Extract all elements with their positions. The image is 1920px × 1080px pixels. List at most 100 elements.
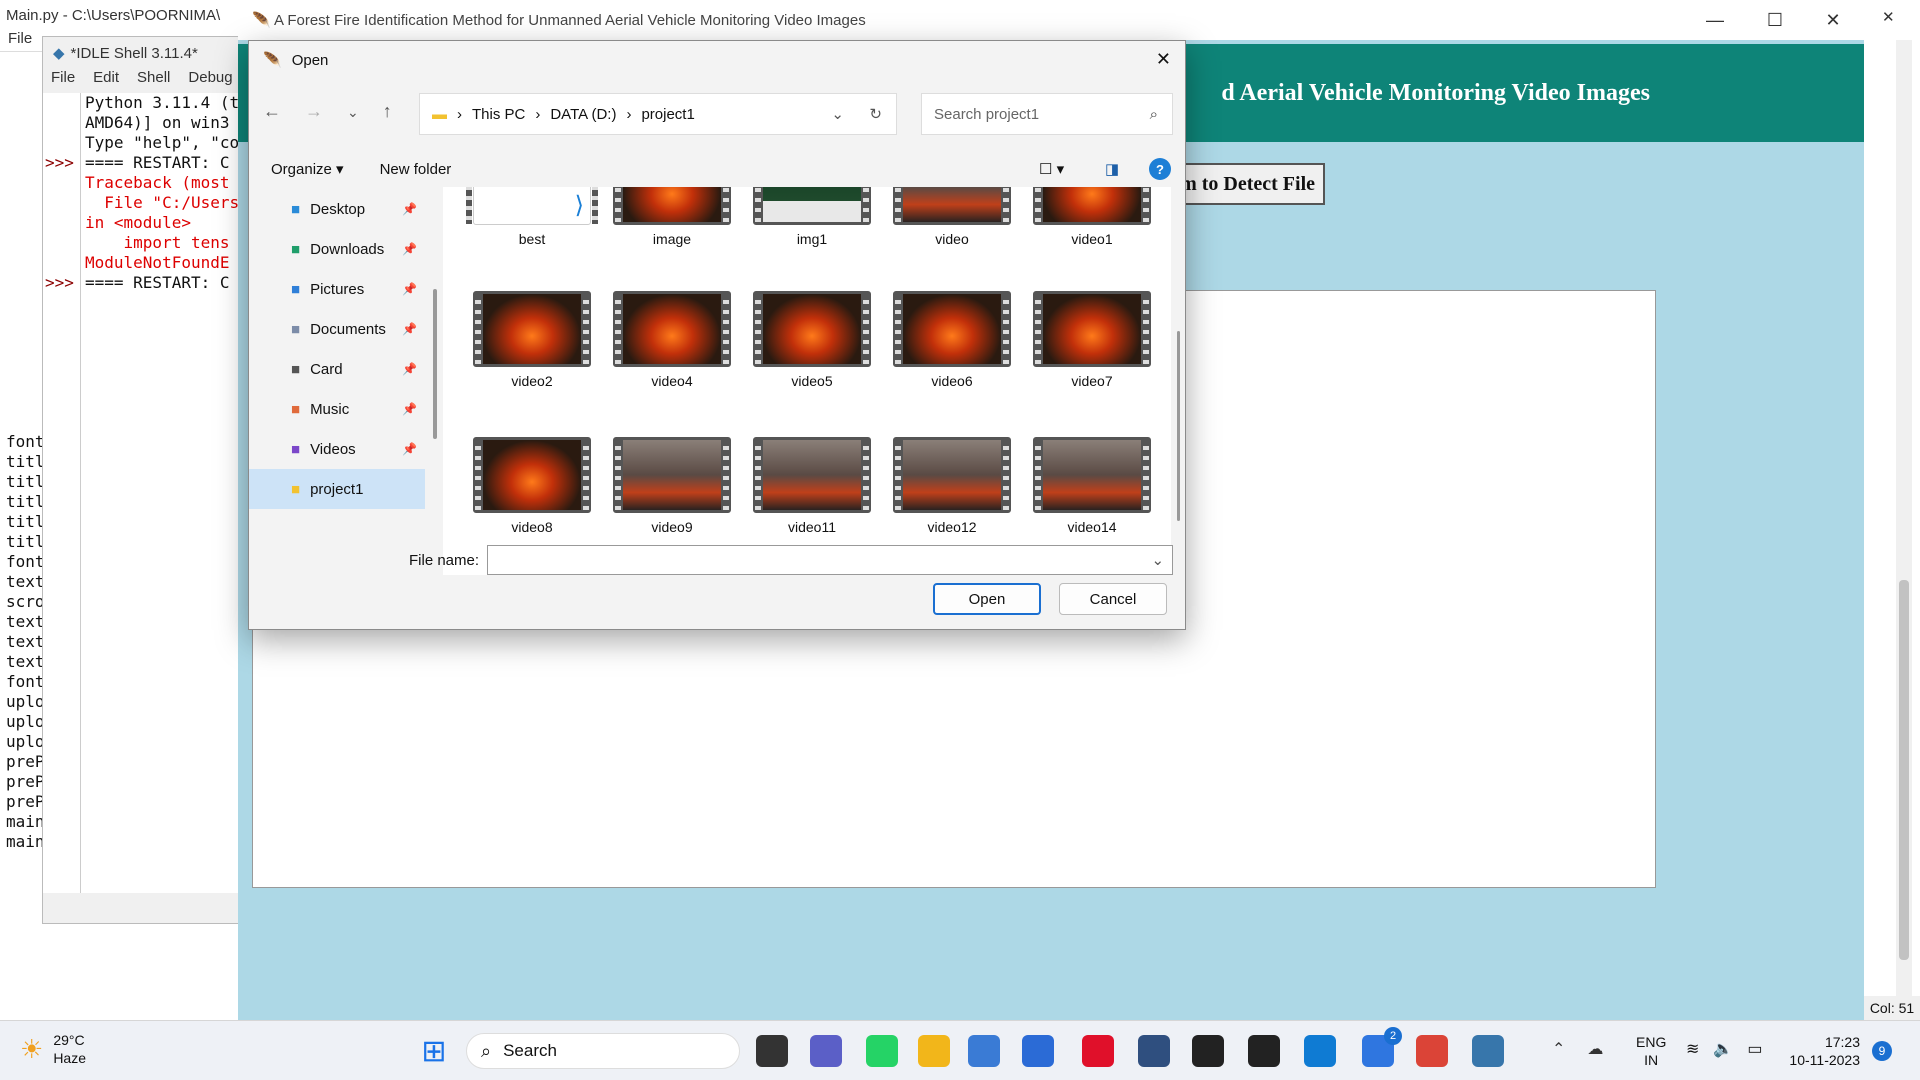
nav-item-downloads[interactable]: ■ Downloads 📌 [249, 229, 425, 269]
teams-icon[interactable] [810, 1035, 842, 1067]
nav-item-card[interactable]: ■ Card 📌 [249, 349, 425, 389]
file-item[interactable]: video6 [893, 291, 1011, 389]
file-list: ⟩ best image img1 video video1 video2 video4 vid… [443, 187, 1171, 575]
file-item[interactable]: video8 [473, 437, 591, 535]
dialog-close-button[interactable]: ✕ [1156, 49, 1171, 70]
file-name: video8 [511, 519, 553, 535]
preview-pane-icon[interactable]: ◨ [1105, 160, 1119, 178]
shell-menu-debug[interactable]: Debug [188, 69, 232, 89]
shell-titlebar: ◆ *IDLE Shell 3.11.4* [43, 37, 239, 69]
detect-file-button[interactable]: om to Detect File [1168, 163, 1325, 205]
devc-icon[interactable] [1138, 1035, 1170, 1067]
view-options-icon[interactable]: ☐ ▾ [1039, 160, 1064, 178]
video-thumbnail [473, 437, 591, 513]
open-button[interactable]: Open [933, 583, 1041, 615]
file-item[interactable]: video11 [753, 437, 871, 535]
editor-title: Main.py - C:\Users\POORNIMA\ [6, 6, 221, 24]
file-item[interactable]: video9 [613, 437, 731, 535]
pin-icon: 📌 [402, 322, 417, 336]
nav-item-label: Videos [310, 440, 356, 458]
whatsapp-icon[interactable] [866, 1035, 898, 1067]
scrollbar-thumb[interactable] [1899, 580, 1909, 960]
organize-menu[interactable]: Organize ▾ [271, 160, 344, 178]
file-name: video6 [931, 373, 973, 389]
file-item[interactable]: video7 [1033, 291, 1151, 389]
refresh-icon[interactable]: ↻ [869, 105, 882, 123]
shell-menu-file[interactable]: File [51, 69, 75, 89]
taskbar-search[interactable]: ⌕ Search [466, 1033, 740, 1069]
python-icon[interactable] [1472, 1035, 1504, 1067]
close-button[interactable]: ✕ [1804, 0, 1862, 40]
nav-item-desktop[interactable]: ■ Desktop 📌 [249, 189, 425, 229]
nav-item-videos[interactable]: ■ Videos 📌 [249, 429, 425, 469]
clock[interactable]: 17:23 10-11-2023 [1786, 1033, 1860, 1069]
folder-icon: ■ [291, 480, 301, 498]
store-icon[interactable] [1022, 1035, 1054, 1067]
video-thumbnail [1033, 187, 1151, 225]
chevron-up-icon[interactable]: ⌃ [1552, 1039, 1565, 1059]
nav-item-documents[interactable]: ■ Documents 📌 [249, 309, 425, 349]
shell-line: Traceback (most [85, 173, 230, 192]
cancel-button[interactable]: Cancel [1059, 583, 1167, 615]
maximize-button[interactable]: ☐ [1746, 0, 1804, 40]
nav-item-project1[interactable]: ■ project1 [249, 469, 425, 509]
video-thumbnail [1033, 437, 1151, 513]
breadcrumb[interactable]: ▬ › This PC › DATA (D:) › project1 ⌄ ↻ [419, 93, 897, 135]
onedrive-icon[interactable]: ☁ [1587, 1039, 1603, 1059]
search-input[interactable]: Search project1 ⌕ [921, 93, 1173, 135]
chrome-icon[interactable] [1416, 1035, 1448, 1067]
feather-icon: 🪶 [252, 12, 271, 29]
minimize-button[interactable]: — [1686, 0, 1744, 40]
files-scrollbar[interactable] [1177, 331, 1180, 521]
shell-menu-edit[interactable]: Edit [93, 69, 119, 89]
pictures-icon: ■ [291, 280, 301, 298]
new-folder-button[interactable]: New folder [380, 161, 452, 178]
sticky-notes-icon[interactable] [1248, 1035, 1280, 1067]
breadcrumb-this-pc[interactable]: This PC [472, 106, 525, 123]
file-item[interactable]: video12 [893, 437, 1011, 535]
weather-widget[interactable]: ☀ 29°C Haze [20, 1031, 86, 1067]
language-indicator[interactable]: ENG IN [1636, 1033, 1666, 1069]
up-arrow-icon[interactable]: ↑ [383, 101, 392, 122]
file-item[interactable]: image [613, 187, 731, 247]
shell-line: ==== RESTART: C [85, 273, 230, 292]
file-item[interactable]: video [893, 187, 1011, 247]
chevron-down-icon[interactable]: ⌄ [831, 105, 844, 123]
file-item[interactable]: video5 [753, 291, 871, 389]
nav-scrollbar[interactable] [433, 289, 437, 439]
file-item[interactable]: ⟩ best [466, 187, 598, 247]
breadcrumb-project1[interactable]: project1 [641, 106, 694, 123]
file-explorer-icon[interactable] [918, 1035, 950, 1067]
tray-status[interactable]: ≋ 🔈 ▭ [1686, 1039, 1762, 1059]
start-icon[interactable]: ⊞ [418, 1035, 450, 1068]
video-thumbnail [893, 291, 1011, 367]
terminal-icon[interactable] [1192, 1035, 1224, 1067]
edge-icon[interactable] [1304, 1035, 1336, 1067]
file-item[interactable]: video14 [1033, 437, 1151, 535]
help-icon[interactable]: ? [1149, 158, 1171, 180]
music-icon: ■ [291, 400, 301, 418]
shell-output[interactable]: Python 3.11.4 (t AMD64)] on win3 Type "hel… [81, 93, 239, 893]
nav-item-music[interactable]: ■ Music 📌 [249, 389, 425, 429]
file-item[interactable]: img1 [753, 187, 871, 247]
file-item[interactable]: video4 [613, 291, 731, 389]
file-item[interactable]: video1 [1033, 187, 1151, 247]
close-icon[interactable]: ✕ [1882, 8, 1895, 26]
notification-badge[interactable]: 9 [1872, 1041, 1892, 1061]
filename-field[interactable]: ⌄ [487, 545, 1174, 575]
shell-menu-shell[interactable]: Shell [137, 69, 170, 89]
shell-prompt-gutter: >>> >>> [43, 93, 81, 893]
forward-arrow-icon[interactable]: → [305, 101, 323, 122]
todo-icon[interactable]: 2 [1362, 1027, 1402, 1067]
recent-chevron-icon[interactable]: ⌄ [347, 101, 359, 122]
breadcrumb-data-d[interactable]: DATA (D:) [550, 106, 616, 123]
pin-icon: 📌 [402, 362, 417, 376]
task-view-icon[interactable] [756, 1035, 788, 1067]
opera-icon[interactable] [1082, 1035, 1114, 1067]
file-item[interactable]: video2 [473, 291, 591, 389]
nav-item-pictures[interactable]: ■ Pictures 📌 [249, 269, 425, 309]
back-arrow-icon[interactable]: ← [263, 101, 281, 122]
chevron-down-icon[interactable]: ⌄ [1151, 551, 1164, 569]
scrollbar[interactable] [1896, 40, 1912, 996]
notepad-icon[interactable] [968, 1035, 1000, 1067]
